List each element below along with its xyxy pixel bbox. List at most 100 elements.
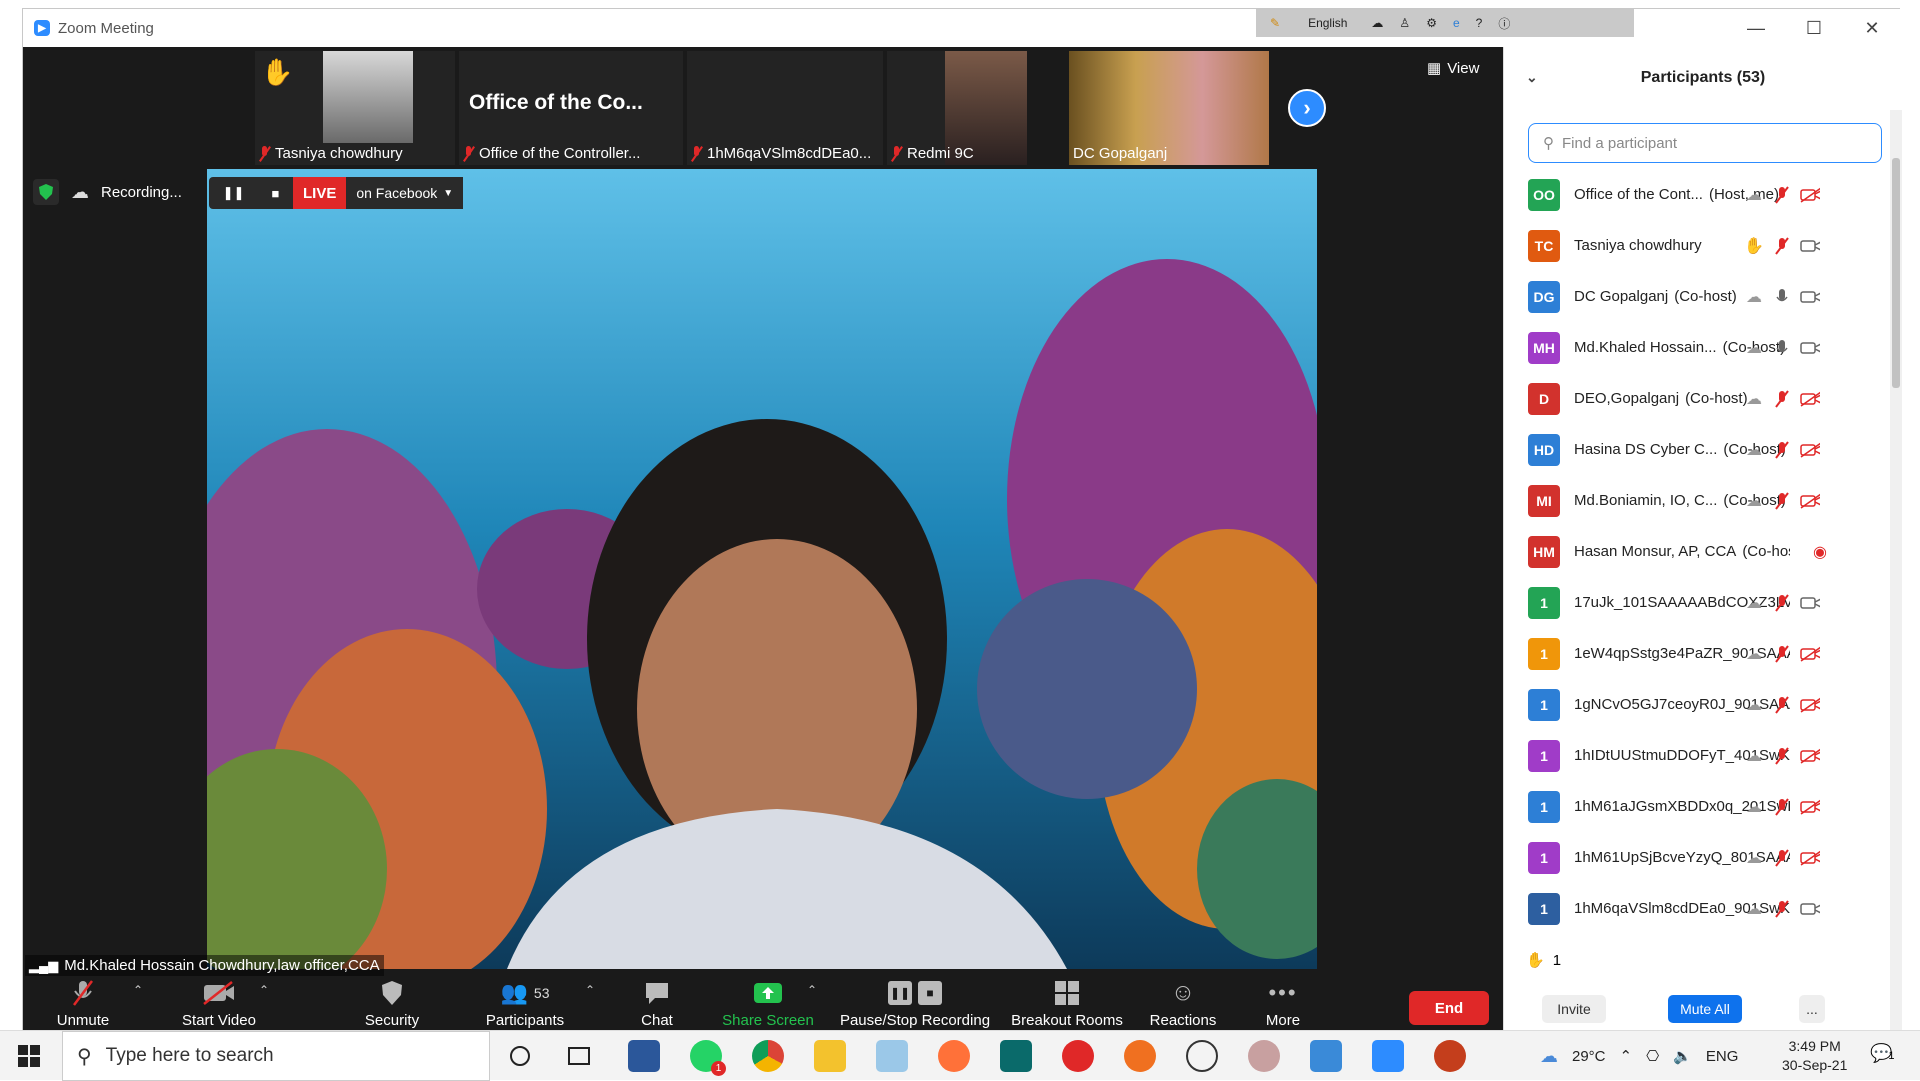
participant-row[interactable]: 1 1gNCvO5GJ7ceoyR0J_901SAAA... ☁: [1504, 679, 1884, 730]
participant-name-text: Hasan Monsur, AP, CCA: [1574, 543, 1737, 560]
powerpoint-icon[interactable]: [1434, 1040, 1466, 1072]
invite-button[interactable]: Invite: [1542, 995, 1606, 1023]
weather-icon[interactable]: ☁: [1540, 1046, 1558, 1067]
participant-row[interactable]: 1 1hM61UpSjBcveYzyQ_801SAAA... ☁: [1504, 832, 1884, 883]
share-options-caret[interactable]: ⌃: [807, 983, 817, 997]
paint-icon[interactable]: [1248, 1040, 1280, 1072]
chat-button[interactable]: Chat: [627, 977, 687, 1031]
participant-row[interactable]: OO Office of the Cont... (Host, me) ☁: [1504, 169, 1884, 220]
participant-row[interactable]: 1 1hM6qaVSlm8cdDEa0_901SwKg... ☁: [1504, 883, 1884, 934]
thumb-tasniya[interactable]: ✋ Tasniya chowdhury: [255, 51, 455, 165]
shield-icon: [381, 978, 403, 1008]
taskbar-search-input[interactable]: ⚲ Type here to search: [62, 1031, 490, 1081]
maximize-button[interactable]: ☐: [1785, 9, 1843, 47]
installer-icon[interactable]: [1000, 1040, 1032, 1072]
thumb-office[interactable]: Office of the Co... Office of the Contro…: [459, 51, 683, 165]
language-indicator[interactable]: ENG: [1706, 1048, 1739, 1065]
language-label[interactable]: English: [1308, 16, 1347, 30]
reactions-button[interactable]: ☺ Reactions: [1145, 977, 1221, 1031]
gear-icon[interactable]: ⚙: [1426, 16, 1437, 30]
pause-icon: ❚❚: [888, 981, 912, 1005]
live-platform-dropdown[interactable]: on Facebook ▼: [346, 177, 464, 209]
mute-all-button[interactable]: Mute All: [1668, 995, 1742, 1023]
clock[interactable]: 3:49 PM 30-Sep-21: [1782, 1037, 1847, 1075]
minimize-button[interactable]: —: [1727, 9, 1785, 47]
collapse-chevron-icon[interactable]: ⌄: [1526, 69, 1538, 86]
thumb-1hm6[interactable]: 1hM6qaVSlm8cdDEa0...: [687, 51, 883, 165]
audio-options-caret[interactable]: ⌃: [133, 983, 143, 997]
ie-icon[interactable]: e: [1453, 16, 1460, 30]
info-icon[interactable]: ⓘ: [1498, 15, 1510, 32]
task-view-icon[interactable]: [568, 1047, 590, 1065]
panel-more-button[interactable]: ...: [1799, 995, 1825, 1023]
opera-icon[interactable]: [1062, 1040, 1094, 1072]
participant-row[interactable]: 11eW4qpSstg3e4PaZR_901SAAAA...☁: [1504, 628, 1884, 679]
start-icon[interactable]: [18, 1045, 40, 1067]
chrome-icon[interactable]: [752, 1040, 784, 1072]
file-explorer-icon[interactable]: [814, 1040, 846, 1072]
share-screen-button[interactable]: Share Screen: [715, 977, 821, 1031]
participant-row[interactable]: D DEO,Gopalganj (Co-host) ☁: [1504, 373, 1884, 424]
participants-button[interactable]: 👥 53 Participants: [477, 977, 573, 1031]
grid-icon: ▦: [1427, 60, 1442, 77]
speaker-name-label: Md.Khaled Hossain Chowdhury,law officer,…: [64, 957, 380, 974]
word-icon[interactable]: [628, 1040, 660, 1072]
network-icon[interactable]: ⎔: [1646, 1047, 1659, 1065]
breakout-rooms-button[interactable]: Breakout Rooms: [1009, 977, 1125, 1031]
notepad-icon[interactable]: [876, 1040, 908, 1072]
cloud-icon[interactable]: ☁: [1371, 16, 1383, 30]
stop-live-icon[interactable]: ■: [272, 186, 280, 201]
weather-temp[interactable]: 29°C: [1572, 1048, 1606, 1065]
cortana-icon[interactable]: [510, 1046, 530, 1066]
end-button[interactable]: End: [1409, 991, 1489, 1025]
notification-icon[interactable]: 💬1: [1870, 1043, 1895, 1064]
avatar: 1: [1528, 586, 1560, 619]
pause-live-icon[interactable]: ❚❚: [223, 185, 245, 201]
more-button[interactable]: ••• More: [1257, 977, 1309, 1031]
video-icon: [1800, 338, 1820, 358]
muted-mic-icon: [1772, 236, 1792, 256]
avatar: TC: [1528, 229, 1560, 262]
participant-row[interactable]: DG DC Gopalganj (Co-host) ☁: [1504, 271, 1884, 322]
muted-mic-icon: [463, 146, 474, 161]
thumb-name: 1hM6qaVSlm8cdDEa0...: [707, 145, 872, 162]
participants-options-caret[interactable]: ⌃: [585, 983, 595, 997]
video-options-caret[interactable]: ⌃: [259, 983, 269, 997]
participant-search-input[interactable]: ⚲ Find a participant: [1528, 123, 1882, 163]
participant-row[interactable]: MH Md.Khaled Hossain... (Co-host) ☁: [1504, 322, 1884, 373]
volume-icon[interactable]: 🔈: [1673, 1047, 1692, 1065]
photos-icon[interactable]: [1310, 1040, 1342, 1072]
help-icon[interactable]: ?: [1476, 16, 1483, 30]
start-video-button[interactable]: Start Video: [171, 977, 267, 1031]
thumb-dc-gopalganj[interactable]: DC Gopalganj: [1069, 51, 1269, 165]
zoom-taskbar-icon[interactable]: [1372, 1040, 1404, 1072]
language-bar[interactable]: ✎ English ☁ ♙ ⚙ e ? ⓘ: [1256, 9, 1634, 37]
windows-taskbar: ⚲ Type here to search 1 ☁ 29°C ⌃ ⎔ 🔈 ENG…: [0, 1030, 1920, 1081]
tray-chevron-icon[interactable]: ⌃: [1620, 1047, 1633, 1065]
security-button[interactable]: Security: [349, 977, 435, 1031]
participant-row[interactable]: MI Md.Boniamin, IO, C... (Co-host) ☁: [1504, 475, 1884, 526]
whatsapp-icon[interactable]: 1: [690, 1040, 726, 1076]
participant-row[interactable]: 1 1hM61aJGsmXBDDx0q_201SwK... ☁: [1504, 781, 1884, 832]
meeting-stage: ✋ Tasniya chowdhury Office of the Co... …: [23, 47, 1503, 1031]
pause-stop-recording-button[interactable]: ❚❚ ■ Pause/Stop Recording: [839, 977, 991, 1031]
app-icon[interactable]: [1124, 1040, 1156, 1072]
firefox-icon[interactable]: [938, 1040, 970, 1072]
lamp-icon[interactable]: ♙: [1399, 16, 1410, 30]
scrollbar-thumb[interactable]: [1892, 158, 1900, 388]
next-page-button[interactable]: ›: [1288, 89, 1326, 127]
thumb-redmi[interactable]: Redmi 9C: [887, 51, 1027, 165]
participant-row[interactable]: HD Hasina DS Cyber C... (Co-host) ☁: [1504, 424, 1884, 475]
muted-mic-icon: [70, 978, 96, 1008]
ime-icon[interactable]: ✎: [1270, 16, 1280, 30]
unmute-button[interactable]: Unmute: [51, 977, 115, 1031]
participant-row[interactable]: HM Hasan Monsur, AP, CCA (Co-host) ◉: [1504, 526, 1884, 577]
close-button[interactable]: ✕: [1843, 9, 1901, 47]
encryption-shield-icon[interactable]: [33, 179, 59, 205]
participant-row[interactable]: 117uJk_101SAAAAABdCOXZ3LVN...☁: [1504, 577, 1884, 628]
obs-icon[interactable]: [1186, 1040, 1218, 1072]
participant-row[interactable]: 11hIDtUUStmuDDOFyT_401SwKgr...☁: [1504, 730, 1884, 781]
view-button[interactable]: ▦ View: [1427, 59, 1479, 78]
participant-row[interactable]: TC Tasniya chowdhury ✋: [1504, 220, 1884, 271]
page-scrollbar[interactable]: [1890, 110, 1902, 1030]
